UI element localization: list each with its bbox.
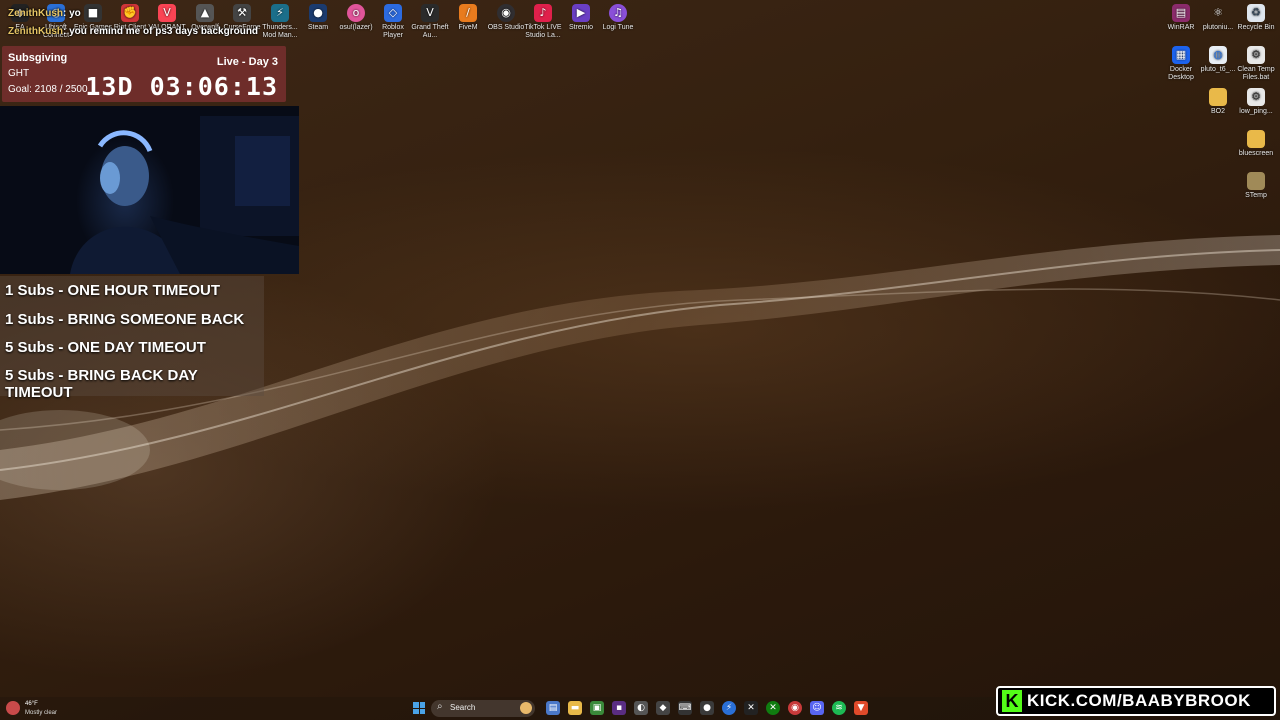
file-icon[interactable]: ⚙ low_ping...	[1236, 88, 1276, 116]
plutonium-icon[interactable]: ⚛ plutoniu...	[1198, 4, 1238, 32]
chat-username: ZenithKush	[8, 8, 63, 19]
taskbar-search-box[interactable]: ⌕ Search	[431, 700, 535, 717]
app-icon[interactable]: ⚡	[722, 701, 736, 715]
search-icon: ⌕	[437, 701, 443, 712]
file-explorer-icon[interactable]: ▬	[568, 701, 582, 715]
weather-widget[interactable]: 46°F Mostly clear	[6, 700, 66, 718]
logi-tune-icon[interactable]: ♫ Logi Tune	[598, 4, 638, 32]
reward-item: 5 Subs - BRING BACK DAY TIMEOUT	[5, 367, 198, 401]
stremio-icon[interactable]: ▶ Stremio	[561, 4, 601, 32]
recycle-bin-icon[interactable]: ♻ Recycle Bin	[1236, 4, 1276, 32]
osu-icon[interactable]: o osu!(lazer)	[336, 4, 376, 32]
kick-logo-icon: K	[1002, 690, 1022, 712]
obs-icon[interactable]: ◉ OBS Studio	[486, 4, 526, 32]
docker-icon[interactable]: ▦ Docker Desktop	[1161, 46, 1201, 82]
tiktok-icon[interactable]: ♪ TikTok LIVE Studio La...	[523, 4, 563, 40]
timer-title: Subsgiving	[8, 52, 68, 64]
discord-icon[interactable]: ☺	[810, 701, 824, 715]
nvidia-icon[interactable]: ▣	[590, 701, 604, 715]
steam-icon[interactable]: ● Steam	[298, 4, 338, 32]
weather-temp: 46°F	[25, 701, 38, 707]
gta-icon[interactable]: V Grand Theft Au...	[410, 4, 450, 40]
windows-start-icon[interactable]	[413, 702, 425, 714]
steam-icon[interactable]: ●	[700, 701, 714, 715]
folder-icon[interactable]: bluescreen	[1236, 130, 1276, 158]
search-label: Search	[450, 703, 476, 712]
roblox-icon[interactable]: ◇ Roblox Player	[373, 4, 413, 40]
weather-condition: Mostly clear	[25, 710, 58, 716]
task-view-icon[interactable]: ▤	[546, 701, 560, 715]
reward-item: 1 Subs - BRING SOMEONE BACK	[5, 311, 245, 328]
app-icon[interactable]: ◉	[788, 701, 802, 715]
app-icon[interactable]: ▪	[612, 701, 626, 715]
search-highlight-icon	[520, 702, 532, 714]
chat-text: you remind me of ps3 days background	[69, 26, 259, 37]
webcam-feed	[0, 106, 299, 274]
countdown-clock: 13D 03:06:13	[85, 72, 278, 101]
chat-text: yo	[69, 8, 81, 19]
subathon-timer: Subsgiving GHT Goal: 2108 / 2500 Live - …	[2, 46, 286, 102]
streamer-silhouette	[70, 116, 299, 274]
chat-message: ZenithKush: you remind me of ps3 days ba…	[8, 26, 259, 37]
reward-item: 1 Subs - ONE HOUR TIMEOUT	[5, 282, 221, 299]
bat-file-icon[interactable]: ⚙ Clean Temp Files.bat	[1236, 46, 1276, 82]
app-icon[interactable]: ◐	[634, 701, 648, 715]
kick-url: KICK.COM/BAABYBROOK	[1027, 691, 1251, 710]
x-icon[interactable]: ✕	[744, 701, 758, 715]
file-icon[interactable]: ◍ pluto_t6_...	[1198, 46, 1238, 74]
chat-username: ZenithKush	[8, 26, 63, 37]
timer-subtitle: GHT	[8, 68, 30, 79]
weather-icon	[6, 701, 20, 715]
kick-channel-banner: K KICK.COM/BAABYBROOK	[996, 686, 1276, 716]
folder-icon[interactable]: BO2	[1198, 88, 1238, 116]
winrar-icon[interactable]: ▤ WinRAR	[1161, 4, 1201, 32]
folder-icon[interactable]: STemp	[1236, 172, 1276, 200]
brave-icon[interactable]: ▼	[854, 701, 868, 715]
sub-rewards-panel: 1 Subs - ONE HOUR TIMEOUT 1 Subs - BRING…	[0, 276, 264, 401]
app-icon[interactable]: ◆	[656, 701, 670, 715]
timer-goal: Goal: 2108 / 2500	[8, 84, 88, 95]
keyboard-icon[interactable]: ⌨	[678, 701, 692, 715]
thunderstore-icon[interactable]: ⚡ Thunders... Mod Man...	[260, 4, 300, 40]
xbox-icon[interactable]: ✕	[766, 701, 780, 715]
fivem-icon[interactable]: / FiveM	[448, 4, 488, 32]
chat-message: ZenithKush: yo	[8, 8, 81, 19]
live-day-label: Live - Day 3	[216, 56, 278, 68]
spotify-icon[interactable]: ≋	[832, 701, 846, 715]
reward-item: 5 Subs - ONE DAY TIMEOUT	[5, 339, 206, 356]
